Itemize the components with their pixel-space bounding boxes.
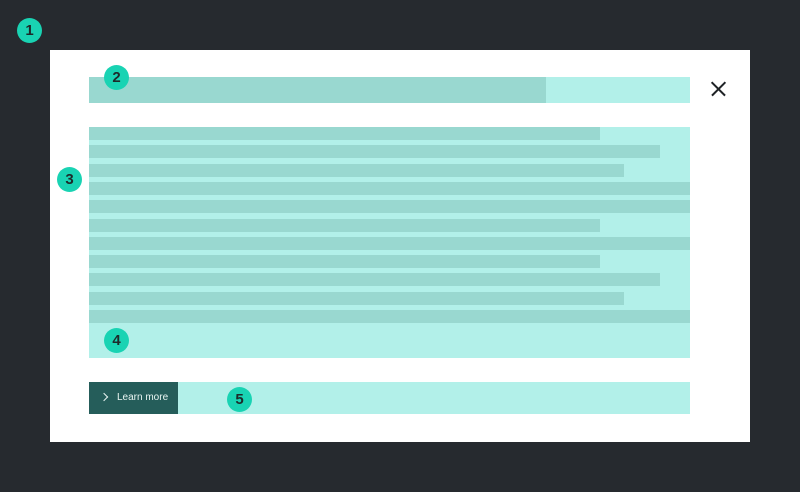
title-placeholder-bar bbox=[89, 77, 546, 103]
badge-1: 1 bbox=[17, 18, 42, 43]
modal-dialog: Learn more bbox=[50, 50, 750, 442]
body-text-line bbox=[89, 291, 624, 305]
body-text-line bbox=[89, 236, 690, 250]
chevron-right-icon bbox=[99, 392, 109, 402]
badge-3: 3 bbox=[57, 167, 82, 192]
body-text-line bbox=[89, 163, 624, 177]
modal-footer-region: Learn more bbox=[89, 382, 690, 414]
learn-more-button[interactable]: Learn more bbox=[89, 382, 178, 414]
body-text-line bbox=[89, 218, 600, 232]
body-text-line bbox=[89, 127, 600, 140]
learn-more-label: Learn more bbox=[117, 392, 169, 403]
body-text-line bbox=[89, 200, 690, 214]
badge-5: 5 bbox=[227, 387, 252, 412]
body-text-line bbox=[89, 273, 660, 287]
modal-title-region bbox=[89, 77, 690, 103]
modal-body-region bbox=[89, 127, 690, 358]
body-text-line bbox=[89, 181, 690, 195]
badge-2: 2 bbox=[104, 65, 129, 90]
badge-4: 4 bbox=[104, 328, 129, 353]
body-text-line bbox=[89, 145, 660, 159]
body-text-line bbox=[89, 310, 690, 323]
close-icon[interactable] bbox=[709, 80, 727, 98]
body-text-line bbox=[89, 255, 600, 269]
